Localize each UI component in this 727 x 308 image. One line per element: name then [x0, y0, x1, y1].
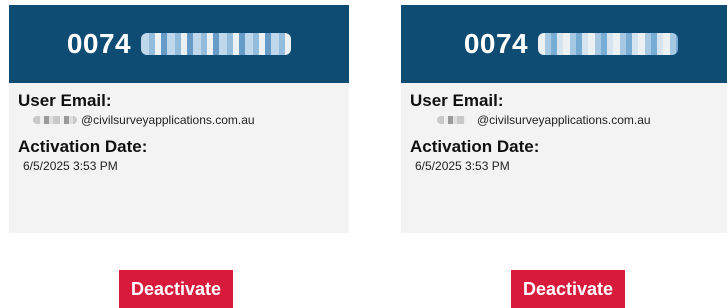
email-value: @civilsurveyapplications.com.au [81, 113, 255, 127]
license-code: 0074 [463, 28, 529, 59]
activation-date-label: Activation Date: [18, 137, 148, 156]
card-header: 0074 [9, 5, 349, 83]
redacted-text [33, 116, 77, 124]
card-header: 0074 [401, 5, 727, 83]
activation-date-label: Activation Date: [410, 137, 540, 156]
page: 0074 User Email: @civilsurveyapplication… [0, 0, 727, 308]
deactivate-button[interactable]: Deactivate [511, 270, 625, 308]
redacted-text [538, 33, 679, 55]
license-code: 0074 [66, 28, 132, 59]
license-card: 0074 User Email: @civilsurveyapplication… [401, 5, 727, 233]
email-label: User Email: [18, 91, 112, 110]
card-body: User Email: @civilsurveyapplications.com… [401, 83, 727, 175]
license-card: 0074 User Email: @civilsurveyapplication… [9, 5, 349, 233]
deactivate-button[interactable]: Deactivate [119, 270, 233, 308]
activation-date-value: 6/5/2025 3:53 PM [415, 159, 510, 173]
card-body: User Email: @civilsurveyapplications.com… [9, 83, 349, 175]
redacted-text [437, 116, 467, 124]
redacted-text [141, 33, 292, 55]
activation-date-value: 6/5/2025 3:53 PM [23, 159, 118, 173]
email-label: User Email: [410, 91, 504, 110]
email-line: @civilsurveyapplications.com.au [18, 111, 349, 129]
email-line: @civilsurveyapplications.com.au [410, 111, 727, 129]
email-value: @civilsurveyapplications.com.au [477, 113, 651, 127]
